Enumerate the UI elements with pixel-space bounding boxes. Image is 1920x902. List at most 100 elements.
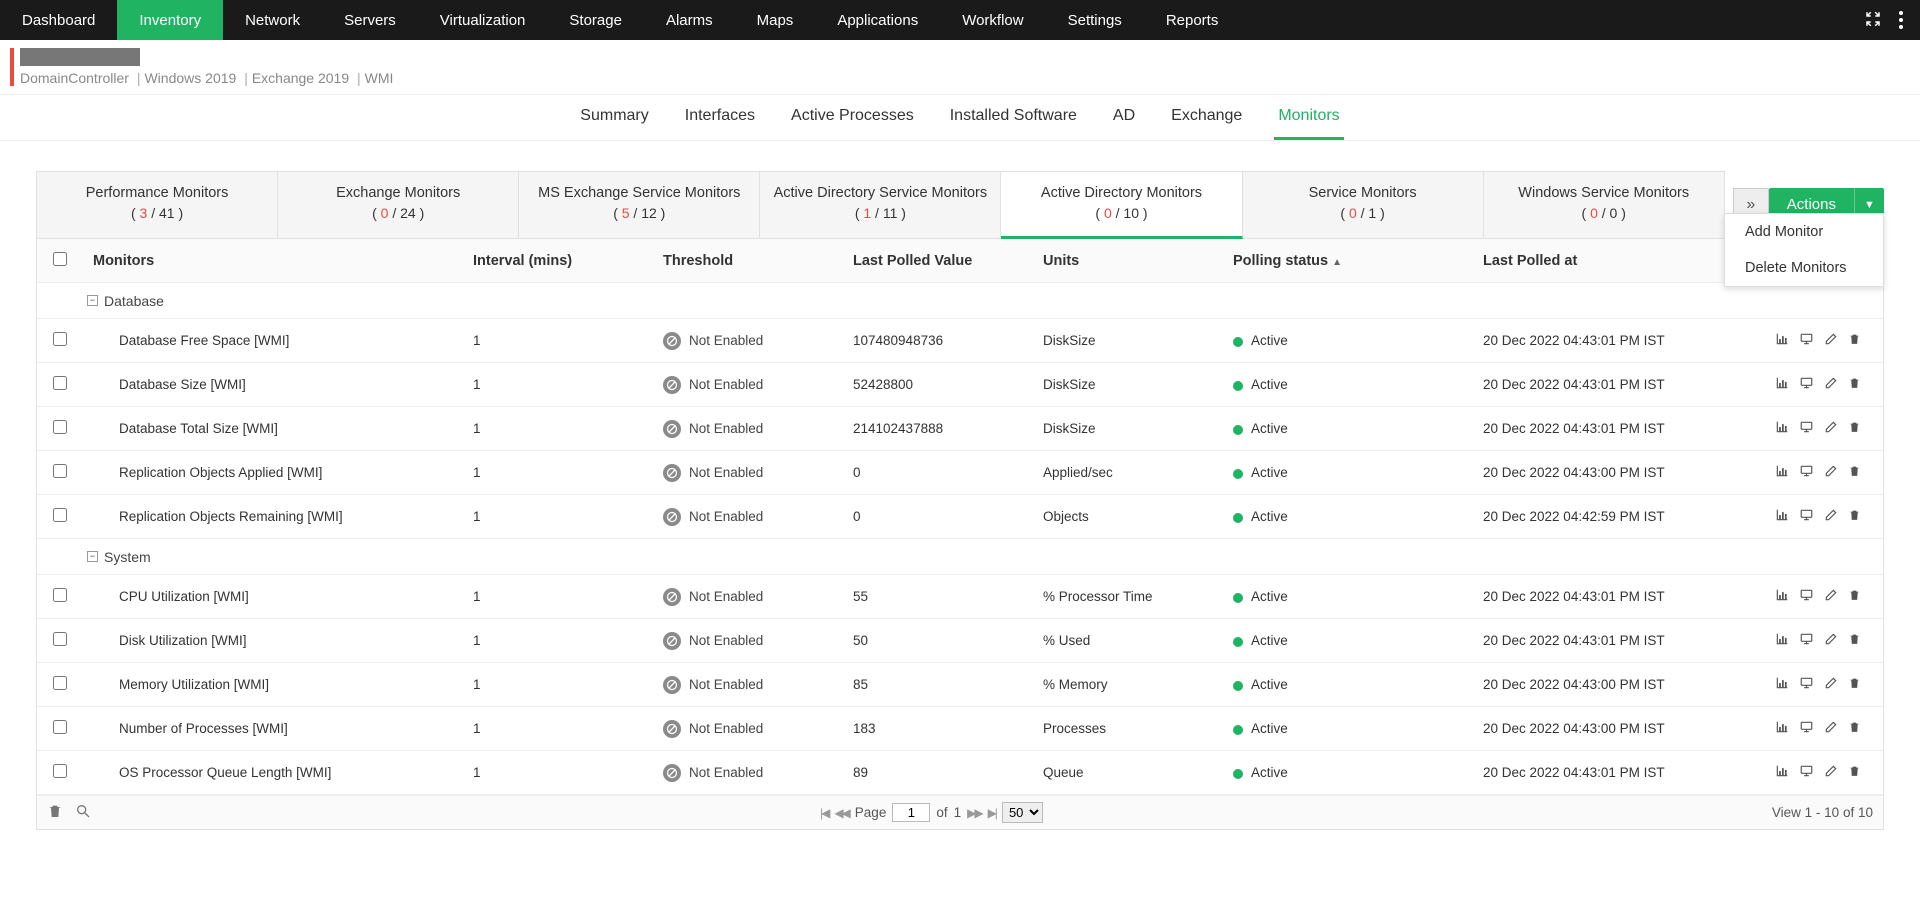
column-header[interactable]: Interval (mins)	[465, 253, 655, 269]
nav-inventory[interactable]: Inventory	[117, 0, 223, 40]
nav-maps[interactable]: Maps	[735, 0, 816, 40]
column-header[interactable]: Last Polled at	[1475, 253, 1755, 269]
chart-icon[interactable]	[1775, 332, 1789, 349]
cell-monitor[interactable]: Database Free Space [WMI]	[85, 333, 465, 348]
monitor-icon[interactable]	[1799, 588, 1814, 605]
row-checkbox[interactable]	[53, 764, 67, 778]
row-checkbox[interactable]	[53, 508, 67, 522]
subtab-ad[interactable]: AD	[1109, 95, 1139, 140]
monitor-icon[interactable]	[1799, 720, 1814, 737]
monitor-icon[interactable]	[1799, 332, 1814, 349]
pager-page-input[interactable]	[892, 803, 930, 822]
monitor-icon[interactable]	[1799, 764, 1814, 781]
search-icon[interactable]	[75, 803, 91, 822]
nav-dashboard[interactable]: Dashboard	[0, 0, 117, 40]
subtab-active-processes[interactable]: Active Processes	[787, 95, 918, 140]
trash-icon[interactable]	[1848, 464, 1861, 481]
chart-icon[interactable]	[1775, 764, 1789, 781]
column-header[interactable]: Monitors	[85, 253, 465, 269]
collapse-group-icon[interactable]: −	[87, 295, 98, 306]
chart-icon[interactable]	[1775, 464, 1789, 481]
edit-icon[interactable]	[1824, 676, 1838, 693]
edit-icon[interactable]	[1824, 588, 1838, 605]
trash-icon[interactable]	[1848, 676, 1861, 693]
cell-monitor[interactable]: Number of Processes [WMI]	[85, 721, 465, 736]
subtab-monitors[interactable]: Monitors	[1274, 95, 1343, 140]
monitor-icon[interactable]	[1799, 632, 1814, 649]
chart-icon[interactable]	[1775, 376, 1789, 393]
cell-monitor[interactable]: Database Size [WMI]	[85, 377, 465, 392]
edit-icon[interactable]	[1824, 764, 1838, 781]
chart-icon[interactable]	[1775, 420, 1789, 437]
trash-icon[interactable]	[1848, 632, 1861, 649]
trash-icon[interactable]	[1848, 588, 1861, 605]
cell-monitor[interactable]: Replication Objects Remaining [WMI]	[85, 509, 465, 524]
row-checkbox[interactable]	[53, 332, 67, 346]
nav-alarms[interactable]: Alarms	[644, 0, 735, 40]
cell-monitor[interactable]: Database Total Size [WMI]	[85, 421, 465, 436]
row-checkbox[interactable]	[53, 464, 67, 478]
cell-monitor[interactable]: Memory Utilization [WMI]	[85, 677, 465, 692]
chart-icon[interactable]	[1775, 720, 1789, 737]
nav-servers[interactable]: Servers	[322, 0, 418, 40]
row-checkbox[interactable]	[53, 376, 67, 390]
edit-icon[interactable]	[1824, 720, 1838, 737]
monitor-type-tile[interactable]: Service Monitors( 0 / 1 )	[1243, 172, 1484, 238]
subtab-interfaces[interactable]: Interfaces	[681, 95, 759, 140]
collapse-group-icon[interactable]: −	[87, 551, 98, 562]
pager-prev-icon[interactable]: ◀◀	[834, 806, 848, 820]
edit-icon[interactable]	[1824, 508, 1838, 525]
kebab-menu-icon[interactable]	[1892, 9, 1910, 31]
monitor-icon[interactable]	[1799, 376, 1814, 393]
nav-virtualization[interactable]: Virtualization	[418, 0, 548, 40]
pager-last-icon[interactable]: ▶|	[988, 806, 996, 820]
row-checkbox[interactable]	[53, 420, 67, 434]
edit-icon[interactable]	[1824, 464, 1838, 481]
edit-icon[interactable]	[1824, 332, 1838, 349]
trash-icon[interactable]	[1848, 764, 1861, 781]
actions-menu-item[interactable]: Add Monitor	[1725, 214, 1883, 250]
row-checkbox[interactable]	[53, 676, 67, 690]
monitor-type-tile[interactable]: Active Directory Service Monitors( 1 / 1…	[760, 172, 1001, 238]
nav-reports[interactable]: Reports	[1144, 0, 1241, 40]
edit-icon[interactable]	[1824, 632, 1838, 649]
pager-first-icon[interactable]: |◀	[820, 806, 828, 820]
nav-network[interactable]: Network	[223, 0, 322, 40]
chart-icon[interactable]	[1775, 508, 1789, 525]
subtab-exchange[interactable]: Exchange	[1167, 95, 1246, 140]
row-checkbox[interactable]	[53, 720, 67, 734]
cell-monitor[interactable]: OS Processor Queue Length [WMI]	[85, 765, 465, 780]
nav-settings[interactable]: Settings	[1046, 0, 1144, 40]
row-checkbox[interactable]	[53, 588, 67, 602]
monitor-icon[interactable]	[1799, 420, 1814, 437]
nav-applications[interactable]: Applications	[815, 0, 940, 40]
pager-size-select[interactable]: 50	[1002, 802, 1043, 823]
cell-monitor[interactable]: Disk Utilization [WMI]	[85, 633, 465, 648]
select-all-checkbox[interactable]	[53, 252, 67, 266]
edit-icon[interactable]	[1824, 376, 1838, 393]
monitor-type-tile[interactable]: Performance Monitors( 3 / 41 )	[37, 172, 278, 238]
delete-icon[interactable]	[47, 803, 63, 822]
column-header[interactable]: Polling status▲	[1225, 253, 1475, 269]
trash-icon[interactable]	[1848, 376, 1861, 393]
monitor-icon[interactable]	[1799, 464, 1814, 481]
nav-workflow[interactable]: Workflow	[940, 0, 1045, 40]
column-header[interactable]: Units	[1035, 253, 1225, 269]
nav-storage[interactable]: Storage	[547, 0, 644, 40]
cell-monitor[interactable]: Replication Objects Applied [WMI]	[85, 465, 465, 480]
monitor-type-tile[interactable]: Active Directory Monitors( 0 / 10 )	[1001, 172, 1242, 239]
actions-menu-item[interactable]: Delete Monitors	[1725, 250, 1883, 286]
row-checkbox[interactable]	[53, 632, 67, 646]
column-header[interactable]: Threshold	[655, 253, 845, 269]
monitor-type-tile[interactable]: Windows Service Monitors( 0 / 0 )	[1484, 172, 1724, 238]
monitor-type-tile[interactable]: MS Exchange Service Monitors( 5 / 12 )	[519, 172, 760, 238]
edit-icon[interactable]	[1824, 420, 1838, 437]
pager-next-icon[interactable]: ▶▶	[967, 806, 981, 820]
subtab-installed-software[interactable]: Installed Software	[946, 95, 1081, 140]
monitor-icon[interactable]	[1799, 508, 1814, 525]
chart-icon[interactable]	[1775, 676, 1789, 693]
chart-icon[interactable]	[1775, 632, 1789, 649]
collapse-icon[interactable]	[1864, 10, 1882, 31]
trash-icon[interactable]	[1848, 420, 1861, 437]
column-header[interactable]: Last Polled Value	[845, 253, 1035, 269]
